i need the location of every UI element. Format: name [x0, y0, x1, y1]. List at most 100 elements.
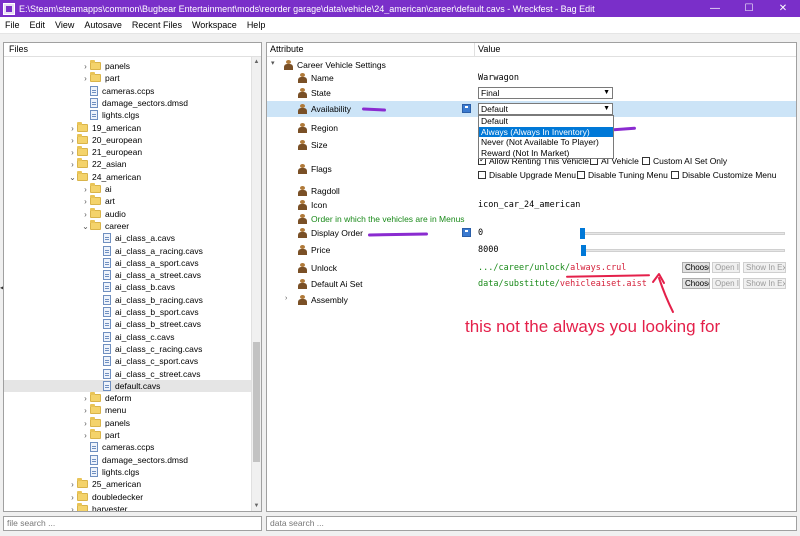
row-assembly[interactable]: › Assembly: [267, 293, 796, 307]
tree-folder[interactable]: › panels: [4, 416, 254, 429]
ai-set-show-button[interactable]: Show In Explorer: [743, 278, 786, 289]
chevron-right-icon[interactable]: ›: [285, 295, 287, 302]
default-ai-set-value[interactable]: data/substitute/vehicleaiset.aist: [478, 279, 647, 289]
scroll-up-icon[interactable]: ▲: [252, 57, 261, 67]
tree-folder[interactable]: › 21_european: [4, 146, 254, 158]
price-slider[interactable]: [583, 249, 785, 252]
tree-folder[interactable]: ⌄ 24_american: [4, 170, 254, 183]
tree-folder[interactable]: › 25_american: [4, 478, 254, 490]
tree-file[interactable]: ai_class_b_racing.cavs: [4, 294, 254, 306]
availability-option-reward[interactable]: Reward (Not In Market): [479, 148, 613, 159]
save-icon[interactable]: [462, 228, 471, 237]
data-search-input[interactable]: data search ...: [266, 516, 797, 531]
menu-help[interactable]: Help: [242, 20, 271, 30]
tree-folder[interactable]: › part: [4, 72, 254, 84]
file-search-input[interactable]: file search ...: [3, 516, 262, 531]
display-order-value[interactable]: 0: [478, 228, 483, 238]
column-value[interactable]: Value: [478, 43, 500, 56]
row-unlock[interactable]: Unlock .../career/unlock/always.crul Cho…: [267, 261, 796, 275]
tree-folder[interactable]: › art: [4, 195, 254, 207]
tree-file[interactable]: ai_class_a_sport.cavs: [4, 257, 254, 269]
display-order-slider[interactable]: [583, 232, 785, 235]
tree-file[interactable]: cameras.ccps: [4, 441, 254, 453]
tree-file[interactable]: damage_sectors.dmsd: [4, 97, 254, 109]
availability-option-never[interactable]: Never (Not Available To Player): [479, 137, 613, 148]
unlock-show-button[interactable]: Show In Explorer: [743, 262, 786, 273]
row-career-vehicle-settings[interactable]: ▾ Career Vehicle Settings: [267, 59, 796, 71]
state-select[interactable]: Final ▼: [478, 87, 613, 99]
tree-folder[interactable]: › part: [4, 429, 254, 441]
tree-file[interactable]: ai_class_a_racing.cavs: [4, 245, 254, 257]
scrollbar-thumb[interactable]: [253, 342, 260, 462]
tree-file[interactable]: ai_class_a_street.cavs: [4, 269, 254, 281]
ai-set-choose-button[interactable]: Choose: [682, 278, 710, 289]
tree-file[interactable]: ai_class_a.cavs: [4, 232, 254, 244]
tree-folder[interactable]: › harvester: [4, 502, 254, 511]
chevron-down-icon[interactable]: ▾: [271, 59, 275, 67]
checkbox[interactable]: [577, 171, 585, 179]
tree-folder[interactable]: › menu: [4, 404, 254, 416]
column-separator[interactable]: [474, 43, 475, 57]
flag-disable-upgrade[interactable]: Disable Upgrade Menu: [478, 170, 576, 180]
name-value[interactable]: Warwagon: [478, 73, 519, 83]
menu-edit[interactable]: Edit: [25, 20, 51, 30]
price-value[interactable]: 8000: [478, 245, 498, 255]
ai-set-open-button[interactable]: Open In: [712, 278, 740, 289]
unlock-choose-button[interactable]: Choose: [682, 262, 710, 273]
tree-file[interactable]: damage_sectors.dmsd: [4, 454, 254, 466]
tree-folder[interactable]: › 22_asian: [4, 158, 254, 170]
row-ragdoll[interactable]: Ragdoll: [267, 185, 796, 198]
availability-select[interactable]: Default ▼: [478, 103, 613, 115]
tree-file[interactable]: ai_class_b.cavs: [4, 281, 254, 293]
unlock-open-button[interactable]: Open In: [712, 262, 740, 273]
row-display-order[interactable]: Display Order 0: [267, 226, 796, 240]
close-button[interactable]: ✕: [766, 0, 800, 17]
checkbox[interactable]: [478, 171, 486, 179]
tree-file[interactable]: ai_class_c_street.cavs: [4, 368, 254, 380]
chevron-right-icon[interactable]: ›: [68, 504, 77, 511]
tree-folder[interactable]: › 20_european: [4, 133, 254, 146]
tree-file[interactable]: ai_class_c.cavs: [4, 331, 254, 343]
row-default-ai-set[interactable]: Default Ai Set data/substitute/vehicleai…: [267, 277, 796, 291]
tree-file[interactable]: ai_class_b_street.cavs: [4, 318, 254, 330]
tree-file[interactable]: cameras.ccps: [4, 85, 254, 97]
tree-folder[interactable]: › 19_american: [4, 121, 254, 134]
menu-autosave[interactable]: Autosave: [79, 20, 127, 30]
tree-file[interactable]: lights.clgs: [4, 109, 254, 121]
checkbox[interactable]: [642, 157, 650, 165]
tree-folder[interactable]: › doubledecker: [4, 490, 254, 503]
menu-file[interactable]: File: [0, 20, 25, 30]
tree-file[interactable]: ai_class_b_sport.cavs: [4, 306, 254, 318]
minimize-button[interactable]: —: [698, 0, 732, 17]
tree-file[interactable]: default.cavs: [4, 379, 254, 393]
tree-file[interactable]: ai_class_c_racing.cavs: [4, 343, 254, 355]
availability-option-default[interactable]: Default: [479, 116, 613, 127]
menu-workspace[interactable]: Workspace: [187, 20, 242, 30]
checkbox[interactable]: [671, 171, 679, 179]
files-scrollbar[interactable]: ▲ ▼: [251, 57, 261, 511]
tree-file[interactable]: ai_class_c_sport.cavs: [4, 355, 254, 367]
save-icon[interactable]: [462, 104, 471, 113]
menu-recent-files[interactable]: Recent Files: [127, 20, 187, 30]
icon-value[interactable]: icon_car_24_american: [478, 200, 580, 210]
tree-folder[interactable]: › panels: [4, 60, 254, 72]
availability-option-always[interactable]: Always (Always In Inventory): [479, 126, 613, 137]
flag-disable-tuning[interactable]: Disable Tuning Menu: [577, 170, 668, 180]
column-attribute[interactable]: Attribute: [270, 43, 304, 56]
flag-custom-ai-set[interactable]: Custom AI Set Only: [642, 156, 727, 166]
tree-folder[interactable]: › ai: [4, 183, 254, 195]
tree-folder[interactable]: › audio: [4, 207, 254, 220]
row-price[interactable]: Price 8000: [267, 243, 796, 257]
tree-file[interactable]: lights.clgs: [4, 466, 254, 478]
flag-disable-customize[interactable]: Disable Customize Menu: [671, 170, 776, 180]
tree-folder[interactable]: ⌄ career: [4, 219, 254, 232]
row-icon[interactable]: Icon icon_car_24_american: [267, 199, 796, 212]
display-order-slider-thumb[interactable]: [580, 228, 585, 239]
tree-folder[interactable]: › deform: [4, 392, 254, 404]
row-state[interactable]: State Final ▼: [267, 86, 796, 99]
price-slider-thumb[interactable]: [581, 245, 586, 256]
unlock-value[interactable]: .../career/unlock/always.crul: [478, 263, 626, 273]
maximize-button[interactable]: ☐: [732, 0, 766, 17]
scroll-down-icon[interactable]: ▼: [252, 501, 261, 511]
row-name[interactable]: Name Warwagon: [267, 72, 796, 84]
